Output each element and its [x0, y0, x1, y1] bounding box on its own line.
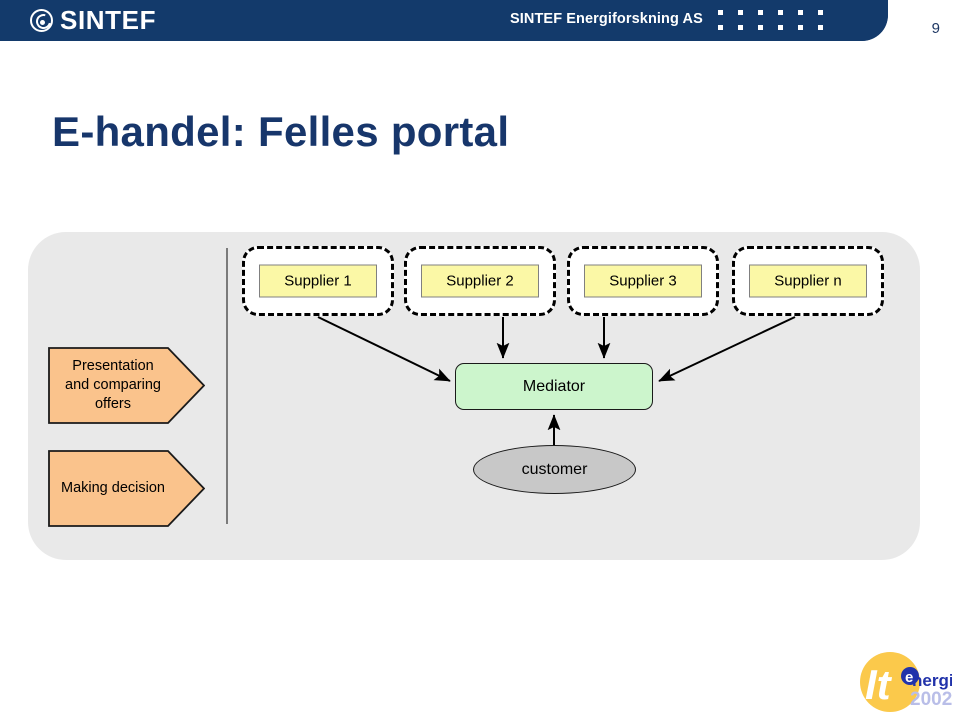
- slide-number: 9: [931, 20, 940, 37]
- sintef-wordmark: SINTEF: [60, 5, 157, 35]
- process-line: Making decision: [61, 480, 165, 497]
- process-step-label: Making decision: [48, 450, 178, 527]
- logo-word: nergi: [912, 671, 952, 690]
- sintef-logo: SINTEF: [30, 5, 156, 35]
- process-step-decision: Making decision: [48, 450, 205, 527]
- supplier-box: Supplier n: [749, 264, 867, 298]
- customer-node: customer: [473, 445, 636, 494]
- process-line: and comparing: [65, 377, 161, 394]
- logo-year: 2002: [910, 689, 952, 710]
- process-step-presentation: Presentation and comparing offers: [48, 347, 205, 424]
- supplier-group: Supplier 2: [404, 246, 556, 316]
- mediator-node: Mediator: [455, 363, 653, 410]
- page-title: E-handel: Felles portal: [52, 108, 510, 155]
- process-line: offers: [94, 395, 131, 412]
- logo-circle-text: It: [865, 661, 893, 708]
- supplier-group: Supplier 3: [567, 246, 719, 316]
- it-energi-2002-logo: It e nergi 2002: [860, 652, 952, 712]
- process-line: Presentation: [72, 358, 154, 375]
- header-bar: SINTEF SINTEF Energiforskning AS: [0, 0, 888, 41]
- supplier-box: Supplier 1: [259, 264, 377, 298]
- supplier-group: Supplier 1: [242, 246, 394, 316]
- header-dot-pattern: [718, 10, 838, 40]
- header-unit-name: SINTEF Energiforskning AS: [510, 11, 703, 27]
- sintef-swirl-icon: [30, 8, 53, 32]
- panel-divider: [226, 248, 228, 524]
- supplier-group: Supplier n: [732, 246, 884, 316]
- process-step-label: Presentation and comparing offers: [48, 347, 178, 424]
- supplier-box: Supplier 3: [584, 264, 702, 298]
- supplier-box: Supplier 2: [421, 264, 539, 298]
